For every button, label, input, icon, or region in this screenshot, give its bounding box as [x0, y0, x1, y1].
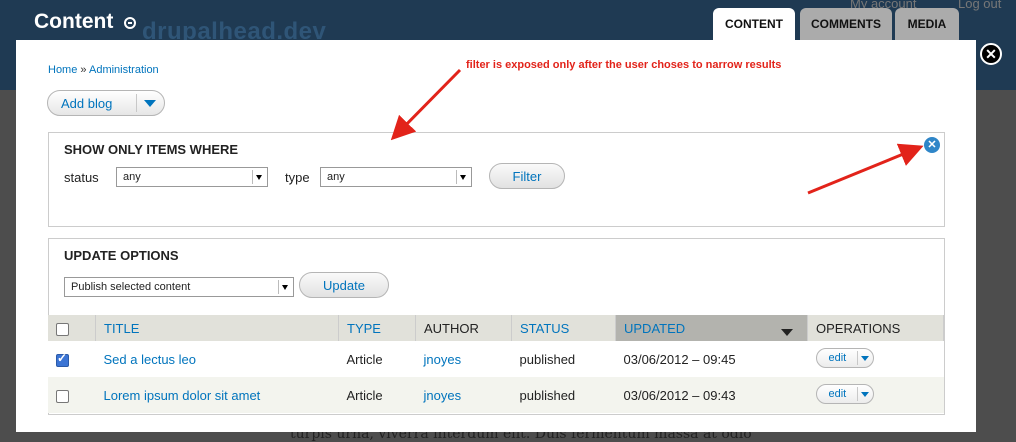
row-title-cell: Sed a lectus leo — [95, 341, 339, 377]
row-updated: 03/06/2012 – 09:43 — [615, 377, 808, 413]
chevron-down-icon[interactable] — [860, 355, 869, 361]
row-author-link[interactable]: jnoyes — [424, 352, 462, 367]
chevron-down-icon[interactable] — [144, 100, 156, 107]
row-select-cell — [48, 377, 96, 413]
close-filter-icon[interactable]: ✕ — [924, 137, 940, 153]
update-legend: UPDATE OPTIONS — [64, 248, 179, 263]
add-blog-label: Add blog — [61, 96, 113, 111]
filter-legend: SHOW ONLY ITEMS WHERE — [64, 142, 239, 157]
update-action-select[interactable]: Publish selected content — [64, 277, 294, 297]
type-select[interactable]: any — [320, 167, 472, 187]
row-type: Article — [338, 341, 416, 377]
chevron-down-icon[interactable] — [860, 391, 869, 397]
annotation-note: filter is exposed only after the user ch… — [466, 59, 782, 71]
select-arrow-icon — [456, 170, 469, 184]
table-row: Sed a lectus leo Article jnoyes publishe… — [48, 341, 944, 377]
row-status: published — [511, 377, 616, 413]
logout-link[interactable]: Log out — [958, 0, 1001, 11]
edit-label: edit — [828, 351, 847, 364]
column-author: AUTHOR — [415, 315, 512, 341]
select-all-checkbox[interactable] — [56, 322, 69, 336]
row-title-link[interactable]: Sed a lectus leo — [104, 352, 197, 367]
edit-label: edit — [828, 387, 847, 400]
tab-media[interactable]: MEDIA — [895, 8, 959, 40]
row-title-cell: Lorem ipsum dolor sit amet — [95, 377, 339, 413]
page-title: Content — [34, 10, 114, 33]
type-select-value: any — [327, 171, 345, 183]
breadcrumb-separator: » — [80, 64, 87, 76]
select-arrow-icon — [278, 280, 291, 294]
status-label: status — [64, 170, 99, 185]
row-status: published — [511, 341, 616, 377]
row-select-cell — [48, 341, 96, 377]
column-updated-label[interactable]: UPDATED — [624, 321, 685, 336]
select-arrow-icon — [252, 170, 265, 184]
column-updated[interactable]: UPDATED — [615, 315, 808, 341]
update-button[interactable]: Update — [299, 272, 389, 298]
edit-button[interactable]: edit — [815, 383, 874, 404]
breadcrumb-administration-link[interactable]: Administration — [89, 64, 159, 76]
column-type-label[interactable]: TYPE — [347, 321, 381, 336]
add-blog-button[interactable]: Add blog — [47, 90, 165, 116]
filter-button[interactable]: Filter — [489, 163, 565, 189]
update-action-value: Publish selected content — [71, 281, 191, 293]
table-row: Lorem ipsum dolor sit amet Article jnoye… — [48, 377, 944, 413]
button-divider — [856, 350, 858, 365]
row-author-link[interactable]: jnoyes — [424, 388, 462, 403]
column-type[interactable]: TYPE — [338, 315, 416, 341]
row-operations-cell: edit — [807, 341, 944, 377]
status-select-value: any — [123, 171, 141, 183]
select-all-cell — [48, 315, 96, 341]
status-select[interactable]: any — [116, 167, 268, 187]
button-divider — [856, 386, 858, 401]
row-checkbox[interactable] — [56, 351, 69, 367]
tab-comments[interactable]: COMMENTS — [800, 8, 892, 40]
column-title[interactable]: TITLE — [95, 315, 339, 341]
column-operations-label: OPERATIONS — [816, 320, 901, 336]
toggle-circle-icon[interactable] — [124, 17, 136, 29]
column-status-label[interactable]: STATUS — [520, 321, 569, 336]
column-title-label[interactable]: TITLE — [104, 321, 139, 336]
overlay-close-icon[interactable]: ✕ — [980, 43, 1002, 65]
row-checkbox[interactable] — [56, 389, 69, 403]
row-updated: 03/06/2012 – 09:45 — [615, 341, 808, 377]
tab-content[interactable]: CONTENT — [713, 8, 795, 40]
row-author-cell: jnoyes — [415, 341, 512, 377]
button-divider — [136, 94, 137, 112]
breadcrumb-home-link[interactable]: Home — [48, 64, 77, 76]
row-title-link[interactable]: Lorem ipsum dolor sit amet — [104, 388, 261, 403]
row-operations-cell: edit — [807, 377, 944, 413]
column-author-label: AUTHOR — [424, 320, 479, 336]
column-status[interactable]: STATUS — [511, 315, 616, 341]
content-table: TITLE TYPE AUTHOR STATUS UPDATED OPERATI… — [48, 315, 944, 413]
breadcrumb: Home » Administration — [48, 64, 159, 76]
row-author-cell: jnoyes — [415, 377, 512, 413]
sort-desc-icon — [781, 328, 793, 336]
table-header-row: TITLE TYPE AUTHOR STATUS UPDATED OPERATI… — [48, 315, 944, 341]
column-operations: OPERATIONS — [807, 315, 944, 341]
row-type: Article — [338, 377, 416, 413]
type-label: type — [285, 170, 310, 185]
edit-button[interactable]: edit — [815, 347, 874, 368]
